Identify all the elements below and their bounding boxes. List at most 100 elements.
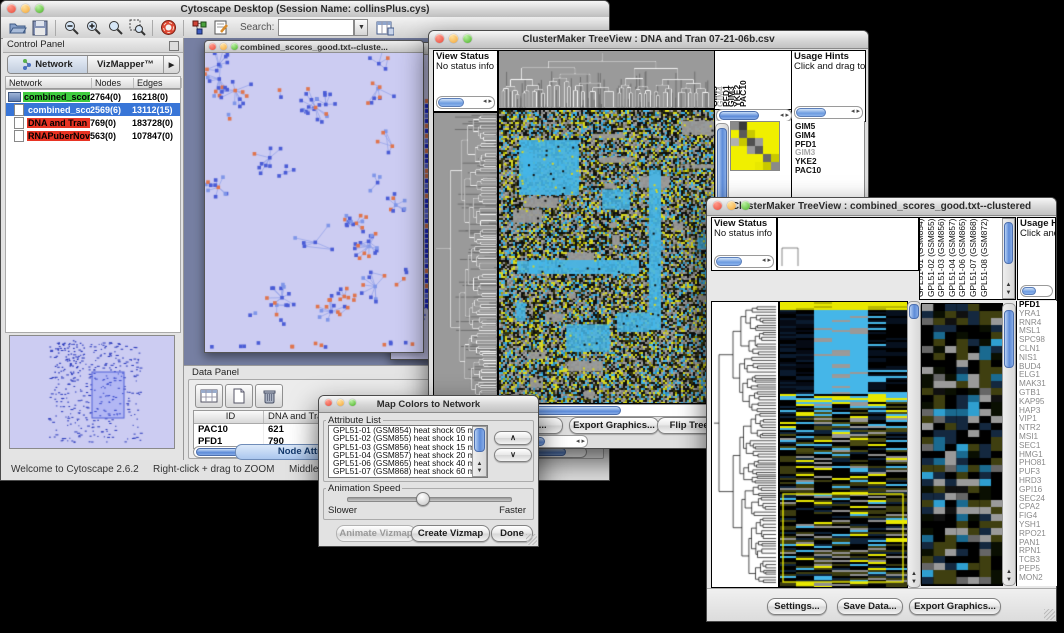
minimize-icon[interactable] xyxy=(337,399,344,406)
zoom-window-icon[interactable] xyxy=(463,34,472,43)
tv1-heatmap[interactable] xyxy=(498,109,715,404)
create-vizmap-button[interactable]: Create Vizmap xyxy=(411,525,490,542)
scroll-up-icon[interactable]: ▲ xyxy=(473,461,486,468)
scroll-up-icon[interactable]: ▲ xyxy=(908,571,920,578)
save-data-button[interactable]: Save Data... xyxy=(837,598,903,615)
scroll-up-icon[interactable]: ▲ xyxy=(1003,569,1015,576)
main-titlebar[interactable]: Cytoscape Desktop (Session Name: collins… xyxy=(1,1,609,18)
tv1-view-status-scrollbar[interactable]: ◂ ▸ xyxy=(436,96,495,109)
tv1-usage-hints-scrollbar[interactable]: ◂ ▸ xyxy=(794,106,863,119)
attribute-item[interactable]: GPL51-07 (GSM868) heat shock 60 min xyxy=(331,467,476,475)
network-overview-canvas[interactable] xyxy=(10,336,174,448)
help-lifering-icon[interactable] xyxy=(157,19,179,37)
tv2-zoom-vscrollbar[interactable]: ▲ ▼ xyxy=(1002,303,1016,586)
network-row[interactable]: DNA and Tran 07769(0)183728(0) xyxy=(6,116,180,129)
float-panel-icon[interactable] xyxy=(169,41,179,51)
heatmap-column-label[interactable]: GPL51-03 (GSM856) xyxy=(938,219,945,297)
resize-grip-icon[interactable] xyxy=(526,534,537,545)
network-row[interactable]: RNAPuberNov2+|563(0)107847(0) xyxy=(6,129,180,142)
zoom-window-icon[interactable] xyxy=(741,201,750,210)
close-icon[interactable] xyxy=(713,201,722,210)
column-header[interactable]: ID xyxy=(194,411,264,423)
scroll-arrows-icon[interactable]: ◂ ▸ xyxy=(851,107,860,117)
tab-overflow-button[interactable]: ▶ xyxy=(164,56,179,73)
scroll-arrows-icon[interactable]: ◂ ▸ xyxy=(483,97,492,107)
close-icon[interactable] xyxy=(209,43,216,50)
heatmap-column-label[interactable]: GPL51-06 (GSM865) xyxy=(959,219,966,297)
zoom-window-icon[interactable] xyxy=(349,399,356,406)
treeview2-titlebar[interactable]: ClusterMaker TreeView : combined_scores_… xyxy=(707,198,1056,216)
tv2-global-vscrollbar[interactable]: ▲ ▼ xyxy=(907,301,921,588)
tv1-column-dendrogram[interactable] xyxy=(498,50,715,109)
open-session-button[interactable] xyxy=(7,19,29,37)
export-graphics-button[interactable]: Export Graphics... xyxy=(569,417,659,434)
minimize-icon[interactable] xyxy=(220,43,227,50)
tv1-similarity-matrix[interactable] xyxy=(730,121,780,171)
scroll-down-icon[interactable]: ▼ xyxy=(1003,290,1014,297)
network-row[interactable]: combined_sco2569(6)13112(15) xyxy=(6,103,180,116)
heatmap-column-label[interactable]: GPL51-02 (GSM855) xyxy=(928,219,935,297)
tv2-column-dendrogram-area[interactable] xyxy=(777,217,919,271)
tv2-gene-list[interactable]: PFD1YRA1RNR4MSL1SPC98CLN1NIS1BUD4ELG1MAK… xyxy=(1016,301,1057,586)
zoom-out-button[interactable] xyxy=(60,19,82,37)
tv2-view-status-scrollbar[interactable]: ◂ ▸ xyxy=(714,255,774,268)
tv2-global-heatmap[interactable] xyxy=(779,301,908,588)
zoom-window-icon[interactable] xyxy=(231,43,238,50)
scroll-arrows-icon[interactable]: ◂ ▸ xyxy=(780,111,789,119)
minimize-icon[interactable] xyxy=(727,201,736,210)
search-dropdown-button[interactable]: ▼ xyxy=(354,19,368,36)
tab-vizmapper[interactable]: VizMapper™ xyxy=(88,56,164,73)
annotation-icon[interactable] xyxy=(210,19,232,37)
close-icon[interactable] xyxy=(435,34,444,43)
treeview1-titlebar[interactable]: ClusterMaker TreeView : DNA and Tran 07-… xyxy=(429,31,868,49)
network-window-1-titlebar[interactable]: combined_scores_good.txt--cluste... xyxy=(205,41,423,53)
minimize-icon[interactable] xyxy=(21,4,30,13)
tv2-labels-vscrollbar[interactable]: ▲ ▼ xyxy=(1002,218,1015,299)
close-icon[interactable] xyxy=(325,399,332,406)
column-header[interactable]: Nodes xyxy=(92,78,134,88)
network-view-1-canvas[interactable] xyxy=(205,53,421,351)
attribute-list[interactable]: GPL51-01 (GSM854) heat shock 05 minGPL51… xyxy=(328,425,488,478)
heatmap-column-label[interactable]: GPL51-01 (GSM854) xyxy=(919,219,924,297)
delete-attribute-trash-icon[interactable] xyxy=(255,384,283,408)
heatmap-column-label[interactable]: GPL51-04 (GSM857) xyxy=(949,219,956,297)
zoom-selected-button[interactable] xyxy=(126,19,148,37)
close-icon[interactable] xyxy=(7,4,16,13)
move-up-button[interactable]: ∧ xyxy=(494,431,532,445)
network-palette-icon[interactable] xyxy=(188,19,210,37)
tab-network[interactable]: Network xyxy=(8,56,88,73)
zoom-window-icon[interactable] xyxy=(35,4,44,13)
tv1-row-dendrogram[interactable] xyxy=(433,112,498,404)
scroll-arrows-icon[interactable]: ◂ ▸ xyxy=(762,256,771,266)
slider-thumb[interactable] xyxy=(416,492,430,506)
settings-button[interactable]: Settings... xyxy=(767,598,827,615)
tv2-zoom-heatmap[interactable] xyxy=(921,303,1003,586)
gene-label[interactable]: MON2 xyxy=(1017,574,1057,583)
tv2-row-dendrogram[interactable] xyxy=(711,301,779,588)
zoom-fit-button[interactable] xyxy=(104,19,126,37)
zoom-in-button[interactable] xyxy=(82,19,104,37)
resize-grip-icon[interactable] xyxy=(1044,609,1055,620)
search-input[interactable] xyxy=(278,19,354,36)
new-attribute-button[interactable] xyxy=(225,384,253,408)
column-header[interactable]: Network xyxy=(6,78,92,88)
scroll-up-icon[interactable]: ▲ xyxy=(1003,282,1014,289)
tv2-usage-hints-scrollbar[interactable] xyxy=(1020,285,1053,297)
minimize-icon[interactable] xyxy=(449,34,458,43)
animate-vizmap-button[interactable]: Animate Vizmap xyxy=(336,525,416,542)
network-row[interactable]: combined_scores2764(0)16218(0) xyxy=(6,90,180,103)
move-down-button[interactable]: ∨ xyxy=(494,448,532,462)
attribute-list-vscrollbar[interactable]: ▲ ▼ xyxy=(472,426,487,477)
scroll-arrows-icon[interactable]: ◂ ▸ xyxy=(576,437,585,445)
heatmap-column-label[interactable]: PAC10 xyxy=(740,80,747,107)
attribute-browser-icon[interactable] xyxy=(374,19,396,37)
matrix-row-label[interactable]: PAC10 xyxy=(795,166,861,175)
heatmap-column-label[interactable]: GPL51-08 (GSM872) xyxy=(981,219,988,297)
scroll-down-icon[interactable]: ▼ xyxy=(1003,577,1015,584)
select-attributes-button[interactable] xyxy=(195,384,223,408)
dialog-titlebar[interactable]: Map Colors to Network xyxy=(319,396,538,413)
save-session-button[interactable] xyxy=(29,19,51,37)
scroll-down-icon[interactable]: ▼ xyxy=(908,579,920,586)
heatmap-column-label[interactable]: GPL51-07 (GSM868) xyxy=(970,219,977,297)
column-header[interactable]: Edges xyxy=(134,78,182,88)
